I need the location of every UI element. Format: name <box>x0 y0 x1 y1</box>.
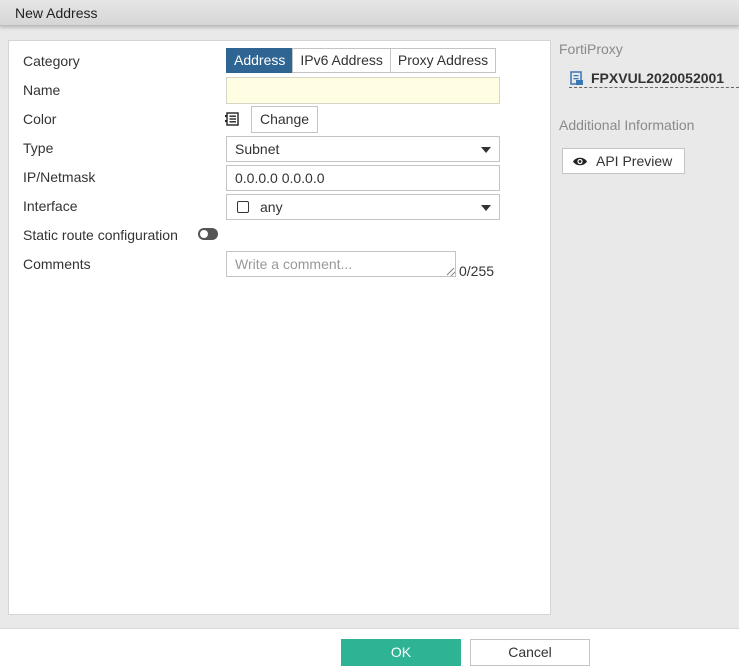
category-label: Category <box>23 53 80 69</box>
eye-icon <box>573 157 587 166</box>
comments-textarea[interactable]: Write a comment... <box>226 251 456 277</box>
name-input[interactable] <box>226 77 500 104</box>
category-address-button[interactable]: Address <box>226 48 294 73</box>
toggle-knob <box>200 230 208 238</box>
category-proxy-address-button[interactable]: Proxy Address <box>389 48 497 73</box>
color-swatch-icon <box>225 112 239 126</box>
device-icon <box>570 71 583 85</box>
api-preview-button[interactable]: API Preview <box>562 148 685 174</box>
interface-select-value: any <box>260 199 283 215</box>
change-color-button[interactable]: Change <box>251 106 318 133</box>
interface-label: Interface <box>23 198 78 214</box>
device-link[interactable]: FPXVUL2020052001 <box>569 70 739 88</box>
cancel-button[interactable]: Cancel <box>470 639 590 666</box>
form-panel: Category Address IPv6 Address Proxy Addr… <box>8 40 551 615</box>
category-segmented-control: Address IPv6 Address Proxy Address <box>226 48 497 73</box>
static-route-label: Static route configuration <box>23 227 178 243</box>
resize-grip-icon[interactable] <box>447 268 455 276</box>
device-name: FPXVUL2020052001 <box>591 70 725 86</box>
static-route-toggle[interactable] <box>198 228 218 240</box>
interface-any-icon <box>237 201 249 213</box>
comments-char-count: 0/255 <box>459 263 495 279</box>
ok-button[interactable]: OK <box>341 639 461 666</box>
fortiproxy-label: FortiProxy <box>559 41 623 57</box>
ip-netmask-input[interactable]: 0.0.0.0 0.0.0.0 <box>226 165 500 191</box>
comments-label: Comments <box>23 256 91 272</box>
additional-info-label: Additional Information <box>559 117 695 133</box>
chevron-down-icon <box>481 205 491 211</box>
color-label: Color <box>23 111 57 127</box>
name-label: Name <box>23 82 61 98</box>
chevron-down-icon <box>481 147 491 153</box>
category-ipv6-address-button[interactable]: IPv6 Address <box>292 48 391 73</box>
type-label: Type <box>23 140 54 156</box>
type-select[interactable]: Subnet <box>226 136 500 162</box>
dialog-footer: OK Cancel <box>0 628 739 669</box>
interface-select[interactable]: any <box>226 194 500 220</box>
dialog-title: New Address <box>15 5 98 21</box>
api-preview-label: API Preview <box>596 153 673 169</box>
type-select-value: Subnet <box>235 141 280 157</box>
ip-netmask-label: IP/Netmask <box>23 169 96 185</box>
dialog-title-bar: New Address <box>0 0 739 26</box>
